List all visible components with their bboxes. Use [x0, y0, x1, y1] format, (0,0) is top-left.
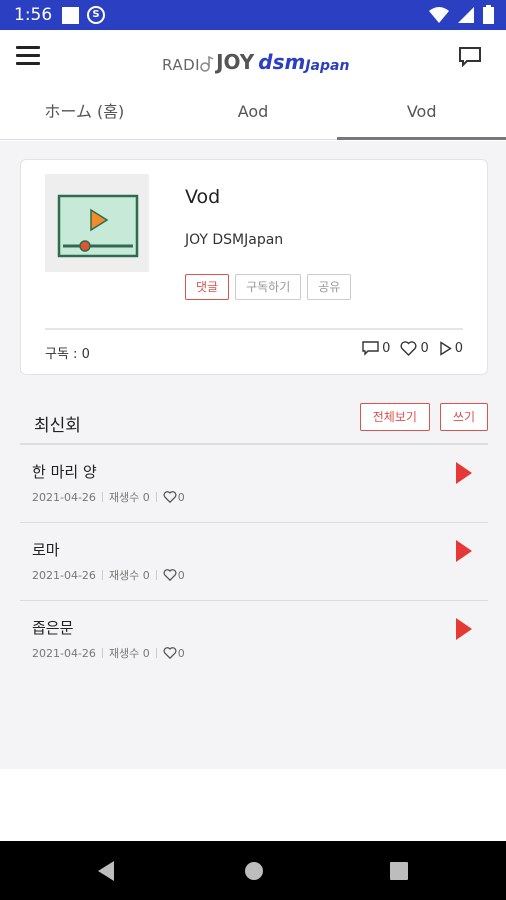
- cellular-signal-icon: [458, 6, 474, 23]
- episode-title: 좁은문: [32, 619, 74, 637]
- logo-radio-text: RADI: [162, 56, 201, 74]
- view-all-button[interactable]: 전체보기: [359, 403, 430, 431]
- latest-episodes-header: 최신회 전체보기 쓰기: [20, 403, 488, 443]
- episode-meta: 2021-04-26 재생수 0 0: [32, 489, 185, 505]
- menu-icon[interactable]: [16, 46, 40, 66]
- wifi-icon: [429, 6, 449, 23]
- play-stat: 0: [439, 341, 463, 356]
- episode-plays: 재생수 0: [108, 569, 150, 582]
- section-title: 최신회: [34, 416, 81, 436]
- message-icon[interactable]: [458, 46, 482, 68]
- app-logo: RADI JOY dsm Japan: [162, 44, 349, 74]
- episode-likes: 0: [177, 490, 185, 504]
- comment-icon: [362, 341, 379, 356]
- section-actions: 전체보기 쓰기: [359, 403, 488, 431]
- tab-aod[interactable]: Aod: [169, 88, 338, 139]
- back-icon[interactable]: [96, 860, 116, 882]
- logo-note-icon: [200, 56, 214, 72]
- share-button[interactable]: 공유: [307, 274, 352, 300]
- like-stat: 0: [400, 341, 429, 356]
- write-button[interactable]: 쓰기: [439, 403, 488, 431]
- episode-meta: 2021-04-26 재생수 0 0: [32, 567, 185, 583]
- tab-vod[interactable]: Vod: [337, 88, 506, 140]
- heart-icon: [163, 647, 177, 659]
- status-time: 1:56: [14, 5, 53, 25]
- episode-date: 2021-04-26: [32, 568, 96, 582]
- logo-japan-text: Japan: [305, 58, 350, 74]
- tab-home[interactable]: ホーム (홈): [0, 88, 169, 139]
- channel-stats: 0 0 0: [362, 341, 463, 356]
- status-system-icons: [429, 5, 494, 24]
- status-notification-icons: S: [62, 6, 105, 24]
- play-icon[interactable]: [454, 539, 474, 563]
- subscribe-button[interactable]: 구독하기: [235, 274, 302, 300]
- channel-name: JOY DSMJapan: [185, 232, 284, 248]
- heart-icon: [163, 569, 177, 581]
- episode-plays: 재생수 0: [108, 491, 150, 504]
- channel-card: Vod JOY DSMJapan 댓글 구독하기 공유 구독 : 0 0 0 0: [20, 159, 488, 375]
- comment-stat: 0: [362, 341, 390, 356]
- episode-plays: 재생수 0: [108, 647, 150, 660]
- notification-square-icon: [62, 6, 79, 24]
- channel-thumbnail: [45, 174, 149, 272]
- play-icon[interactable]: [454, 617, 474, 641]
- bottom-spacer: [0, 769, 506, 841]
- like-count: 0: [420, 341, 429, 356]
- list-item[interactable]: 로마 2021-04-26 재생수 0 0: [20, 523, 488, 601]
- episode-date: 2021-04-26: [32, 646, 96, 660]
- play-icon[interactable]: [454, 461, 474, 485]
- heart-icon: [163, 491, 177, 503]
- subscriber-count: 구독 : 0: [45, 347, 90, 362]
- home-icon[interactable]: [244, 861, 264, 881]
- card-divider: [45, 328, 463, 330]
- status-bar: 1:56 S: [0, 0, 506, 30]
- episode-title: 한 마리 양: [32, 463, 97, 481]
- play-count: 0: [454, 341, 463, 356]
- tab-bar: ホーム (홈) Aod Vod: [0, 88, 506, 140]
- logo-joy-text: JOY: [216, 50, 255, 74]
- app-bar: RADI JOY dsm Japan: [0, 30, 506, 88]
- video-player-icon: [57, 194, 139, 258]
- logo-dsm-text: dsm: [258, 50, 306, 74]
- episode-likes: 0: [177, 646, 185, 660]
- episode-date: 2021-04-26: [32, 490, 96, 504]
- episode-title: 로마: [32, 541, 60, 559]
- comment-count: 0: [382, 341, 391, 356]
- episode-meta: 2021-04-26 재생수 0 0: [32, 645, 185, 661]
- system-nav-bar: [0, 841, 506, 900]
- recents-icon[interactable]: [390, 862, 408, 880]
- episode-likes: 0: [177, 568, 185, 582]
- play-outline-icon: [440, 341, 452, 356]
- main-content: Vod JOY DSMJapan 댓글 구독하기 공유 구독 : 0 0 0 0…: [0, 141, 506, 769]
- comment-button[interactable]: 댓글: [185, 274, 230, 300]
- list-item[interactable]: 한 마리 양 2021-04-26 재생수 0 0: [20, 445, 488, 523]
- channel-actions: 댓글 구독하기 공유: [185, 274, 352, 300]
- sync-icon: S: [87, 6, 105, 24]
- heart-icon: [400, 341, 417, 356]
- list-item[interactable]: 좁은문 2021-04-26 재생수 0 0: [20, 601, 488, 679]
- battery-icon: [483, 5, 494, 24]
- channel-title: Vod: [185, 186, 221, 208]
